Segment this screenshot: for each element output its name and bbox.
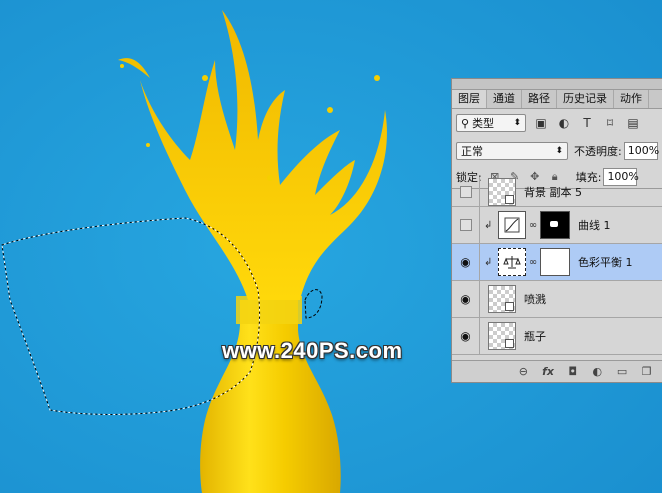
color-balance-adjustment-icon (498, 248, 526, 276)
eye-icon: ◉ (460, 292, 471, 306)
chevron-updown-icon: ⬍ (513, 118, 521, 128)
filter-kind-select[interactable]: ⚲ 类型 ⬍ (456, 114, 526, 132)
layer-row-selected[interactable]: ◉ ↲ ∞ 色彩平衡 1 (452, 244, 662, 281)
paint-drop (120, 64, 124, 68)
layer-thumbnail (488, 322, 516, 350)
smart-object-icon (505, 194, 514, 204)
search-icon: ⚲ (461, 116, 470, 130)
blend-row: 正常 ⬍ 不透明度: 100% (452, 137, 662, 165)
smart-object-icon (505, 302, 514, 311)
visibility-toggle[interactable]: ◉ (452, 281, 480, 317)
adjustment-filter-icon[interactable]: ◐ (556, 115, 572, 131)
layer-row[interactable]: ◉ 瓶子 (452, 318, 662, 355)
bottle-neck (236, 296, 302, 324)
new-group-icon[interactable]: ▭ (613, 364, 632, 380)
layer-name: 色彩平衡 1 (578, 256, 633, 269)
chevron-updown-icon: ⬍ (555, 146, 563, 156)
layer-list: 背景 副本 5 ↲ ∞ 曲线 1 ◉ ↲ ∞ 色彩平衡 1 ◉ 喷溅 ◉ 瓶子 (452, 177, 662, 364)
filter-kind-label: 类型 (472, 117, 495, 130)
blend-mode-select[interactable]: 正常 ⬍ (456, 142, 568, 160)
visibility-toggle[interactable] (452, 177, 480, 206)
opacity-label: 不透明度: (574, 145, 622, 158)
layer-name: 喷溅 (524, 293, 546, 306)
paint-drop (202, 75, 208, 81)
clip-arrow-icon: ↲ (484, 256, 493, 268)
blend-mode-label: 正常 (461, 145, 483, 158)
new-adjustment-icon[interactable]: ◐ (588, 364, 607, 380)
layer-row[interactable]: 背景 副本 5 (452, 177, 662, 207)
tab-channels[interactable]: 通道 (487, 90, 522, 108)
paint-drop (267, 175, 273, 181)
panel-bottom-toolbar: ⊖ fx ◘ ◐ ▭ ❐ (452, 360, 662, 382)
layer-row[interactable]: ↲ ∞ 曲线 1 (452, 207, 662, 244)
visibility-toggle[interactable]: ◉ (452, 318, 480, 354)
add-mask-icon[interactable]: ◘ (563, 364, 582, 380)
tab-paths[interactable]: 路径 (522, 90, 557, 108)
mask-shape (550, 221, 558, 227)
layer-thumbnail (488, 285, 516, 313)
layers-panel: 图层 通道 路径 历史记录 动作 ⚲ 类型 ⬍ ▣ ◐ T ⌑ ▤ 正常 ⬍ 不… (451, 78, 662, 383)
tab-layers[interactable]: 图层 (452, 90, 487, 108)
layer-name: 曲线 1 (578, 219, 611, 232)
layer-thumbnail (488, 177, 516, 206)
layer-mask[interactable] (540, 248, 570, 276)
paint-drop (146, 143, 150, 147)
layer-mask[interactable] (540, 211, 570, 239)
shape-filter-icon[interactable]: ⌑ (602, 115, 618, 131)
new-layer-icon[interactable]: ❐ (637, 364, 656, 380)
layer-name: 瓶子 (524, 330, 546, 343)
tab-history[interactable]: 历史记录 (557, 90, 614, 108)
smart-object-filter-icon[interactable]: ▤ (625, 115, 641, 131)
eye-icon: ◉ (460, 255, 471, 269)
watermark-text: www.240PS.com (222, 338, 403, 363)
image-filter-icon[interactable]: ▣ (533, 115, 549, 131)
paint-drop (327, 107, 333, 113)
type-filter-icon[interactable]: T (579, 115, 595, 131)
tab-actions[interactable]: 动作 (614, 90, 649, 108)
hidden-eye-icon (459, 185, 472, 198)
layer-style-icon[interactable]: fx (539, 364, 558, 380)
eye-icon: ◉ (460, 329, 471, 343)
layer-name: 背景 副本 5 (524, 185, 582, 199)
visibility-toggle[interactable] (452, 207, 480, 243)
clip-arrow-icon: ↲ (484, 219, 493, 231)
visibility-toggle[interactable]: ◉ (452, 244, 480, 280)
opacity-input[interactable]: 100% (623, 142, 659, 160)
link-icon[interactable]: ∞ (528, 257, 538, 268)
panel-tabs: 图层 通道 路径 历史记录 动作 (452, 90, 662, 109)
panel-title-bar[interactable] (452, 79, 662, 90)
smart-object-icon (505, 339, 514, 348)
link-icon[interactable]: ∞ (528, 220, 538, 231)
link-layers-icon[interactable]: ⊖ (514, 364, 533, 380)
curves-adjustment-icon (498, 211, 526, 239)
hidden-eye-icon (459, 219, 472, 231)
paint-drop (374, 75, 380, 81)
filter-row: ⚲ 类型 ⬍ ▣ ◐ T ⌑ ▤ (452, 109, 662, 137)
layer-row[interactable]: ◉ 喷溅 (452, 281, 662, 318)
